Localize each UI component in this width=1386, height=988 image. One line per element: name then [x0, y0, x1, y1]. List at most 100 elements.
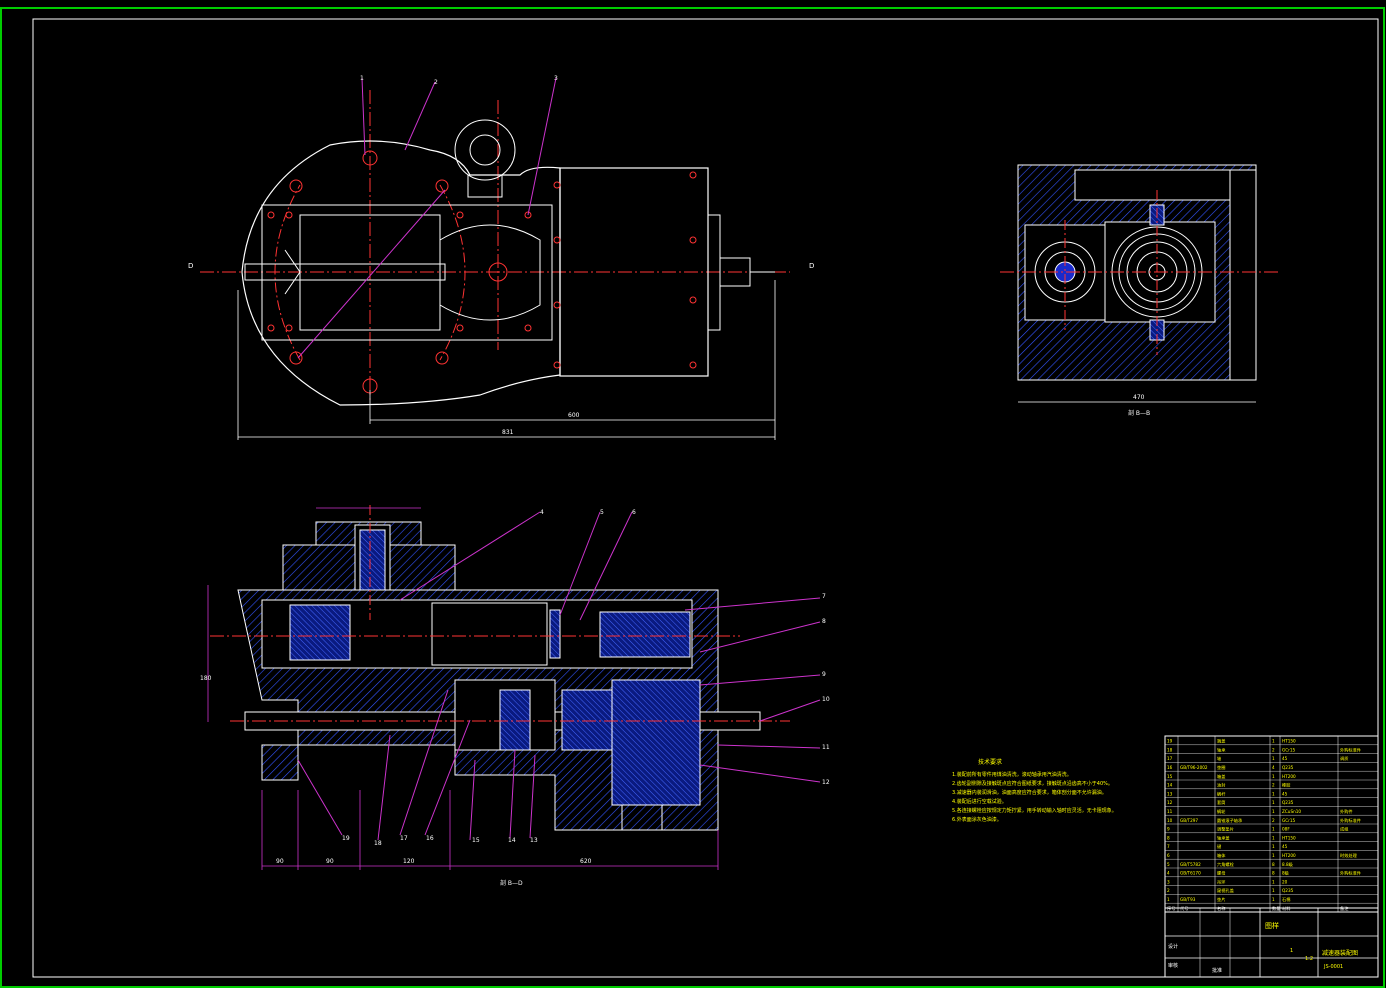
bom-cell: 外购件	[1340, 808, 1353, 815]
bill-of-materials: 19 端盖 1 HT15018 轴承 2 GCr15 外购标准件17 轴 1 45 调质16 GB/T9…	[1164, 735, 1379, 913]
bom-cell: 1	[1272, 809, 1275, 814]
bom-cell: 外购标准件	[1340, 817, 1361, 824]
dim-top-overall: 831	[502, 429, 514, 436]
bom-cell: 18	[1167, 747, 1173, 752]
bom-cell: 成组	[1340, 826, 1348, 833]
bom-cell: 圆锥滚子轴承	[1217, 817, 1243, 824]
callout-18: 18	[374, 840, 382, 847]
bom-cell: 45	[1282, 844, 1288, 849]
bom-cell: 箱盖	[1217, 773, 1225, 780]
bom-cell: HT200	[1282, 853, 1296, 858]
bom-cell: 2	[1167, 888, 1170, 893]
bom-cell: 1	[1272, 800, 1275, 805]
section-marker-right: D	[809, 262, 814, 270]
bom-cell: 15	[1167, 774, 1173, 779]
dim-top-partial: 600	[568, 412, 580, 419]
bom-cell: 垫片	[1217, 896, 1225, 903]
bom-cell: 4	[1167, 871, 1170, 876]
top-callout-1: 1	[360, 75, 364, 82]
bom-cell: Q235	[1282, 765, 1294, 770]
bom-cell: 橡胶	[1282, 782, 1290, 789]
bom-cell: Q235	[1282, 888, 1294, 893]
title-scale: 1:2	[1305, 956, 1313, 962]
bom-cell: 调整垫片	[1217, 826, 1234, 833]
bom-cell: 8级	[1282, 870, 1290, 877]
tech-notes: 技术要求 1.装配前所有零件用煤油清洗，滚动轴承用汽油清洗。 2.齿轮副侧隙及接…	[952, 758, 1117, 823]
dim-bottom-height: 180	[200, 675, 212, 682]
bom-cell: 6	[1167, 853, 1170, 858]
bom-cell: 2	[1272, 783, 1275, 788]
top-callout-3: 3	[554, 75, 558, 82]
bom-cell: 14	[1167, 783, 1173, 788]
right-view-caption: 剖 B—B	[1128, 409, 1150, 417]
bom-cell: 20	[1282, 879, 1288, 884]
bom-cell: 16	[1167, 765, 1173, 770]
bom-cell: HT150	[1282, 739, 1296, 744]
bom-cell: 2	[1272, 747, 1275, 752]
title-main: 减速器装配图	[1322, 949, 1358, 957]
bom-cell: 蜗杆	[1217, 790, 1226, 797]
bom-cell: HT150	[1282, 835, 1296, 840]
callout-12: 12	[822, 779, 830, 786]
bom-cell: 轴承盖	[1217, 834, 1230, 841]
callout-13: 13	[530, 837, 538, 844]
title-drawing-no: JS-0001	[1323, 964, 1343, 970]
bom-cell: 3	[1167, 879, 1170, 884]
bom-cell: 蜗轮	[1217, 808, 1226, 815]
title-sheet: 1	[1290, 948, 1293, 954]
bom-cell: 螺母	[1217, 870, 1225, 877]
bom-cell: 8.8级	[1282, 861, 1294, 868]
callout-5: 5	[600, 509, 604, 516]
bom-cell: 键	[1217, 843, 1222, 850]
callout-15: 15	[472, 837, 480, 844]
bom-cell: 45	[1282, 791, 1288, 796]
callout-16: 16	[426, 835, 434, 842]
bottom-section-view: 620 90 90 120 180 7 8 9 10 11 12 4 5 6 1…	[200, 505, 830, 887]
bom-cell: 12	[1167, 800, 1173, 805]
bottom-view-caption: 剖 B—D	[500, 879, 523, 887]
right-view: 470 剖 B—B	[1000, 164, 1280, 417]
bom-cell: 时效处理	[1340, 852, 1358, 859]
bom-cell: GCr15	[1282, 747, 1296, 752]
bom-cell: 08F	[1282, 827, 1290, 832]
bom-cell: 1	[1272, 853, 1275, 858]
bom-cell: HT200	[1282, 774, 1296, 779]
bom-cell: 9	[1167, 827, 1170, 832]
bom-cell: 8	[1167, 835, 1170, 840]
bom-cell: 17	[1167, 756, 1173, 761]
bom-cell: 45	[1282, 756, 1288, 761]
bom-cell: 箱体	[1217, 852, 1226, 859]
bom-cell: 1	[1272, 835, 1275, 840]
callout-9: 9	[822, 671, 826, 678]
bom-cell: 1	[1272, 756, 1275, 761]
bom-cell: 垫圈	[1217, 764, 1225, 771]
bom-cell: 调质	[1340, 755, 1348, 762]
bom-cell: 轴	[1217, 755, 1221, 762]
callout-10: 10	[822, 696, 830, 703]
bom-cell: 8	[1272, 862, 1275, 867]
title-designer: 设计	[1168, 943, 1178, 950]
title-checker: 审核	[1168, 962, 1178, 969]
bom-cell: 13	[1167, 791, 1173, 796]
bom-cell: 外购标准件	[1340, 870, 1361, 877]
title-block: 减速器装配图 图样 JS-0001 1:2 1 设计 审核 批准	[1164, 907, 1379, 978]
bom-cell: 套筒	[1217, 799, 1225, 806]
tech-note-6: 6.外表面涂灰色油漆。	[952, 816, 1002, 823]
bom-cell: 1	[1272, 844, 1275, 849]
bom-cell: 7	[1167, 844, 1170, 849]
bom-cell: 吊环	[1217, 879, 1225, 885]
bom-cell: 1	[1272, 897, 1275, 902]
bom-cell: 轴承	[1217, 746, 1226, 753]
bom-cell: GB/T93	[1180, 897, 1196, 902]
tech-note-1: 1.装配前所有零件用煤油清洗，滚动轴承用汽油清洗。	[952, 771, 1072, 778]
bom-cell: 4	[1272, 765, 1275, 770]
tech-notes-title: 技术要求	[978, 758, 1002, 766]
bom-cell: 19	[1167, 739, 1173, 744]
bom-cell: 1	[1272, 774, 1275, 779]
callout-19: 19	[342, 835, 350, 842]
bom-cell: 1	[1272, 888, 1275, 893]
bom-cell: 8	[1272, 871, 1275, 876]
bom-cell: 窥视孔盖	[1217, 887, 1234, 894]
bom-cell: 2	[1272, 818, 1275, 823]
bom-cell: 10	[1167, 818, 1173, 823]
